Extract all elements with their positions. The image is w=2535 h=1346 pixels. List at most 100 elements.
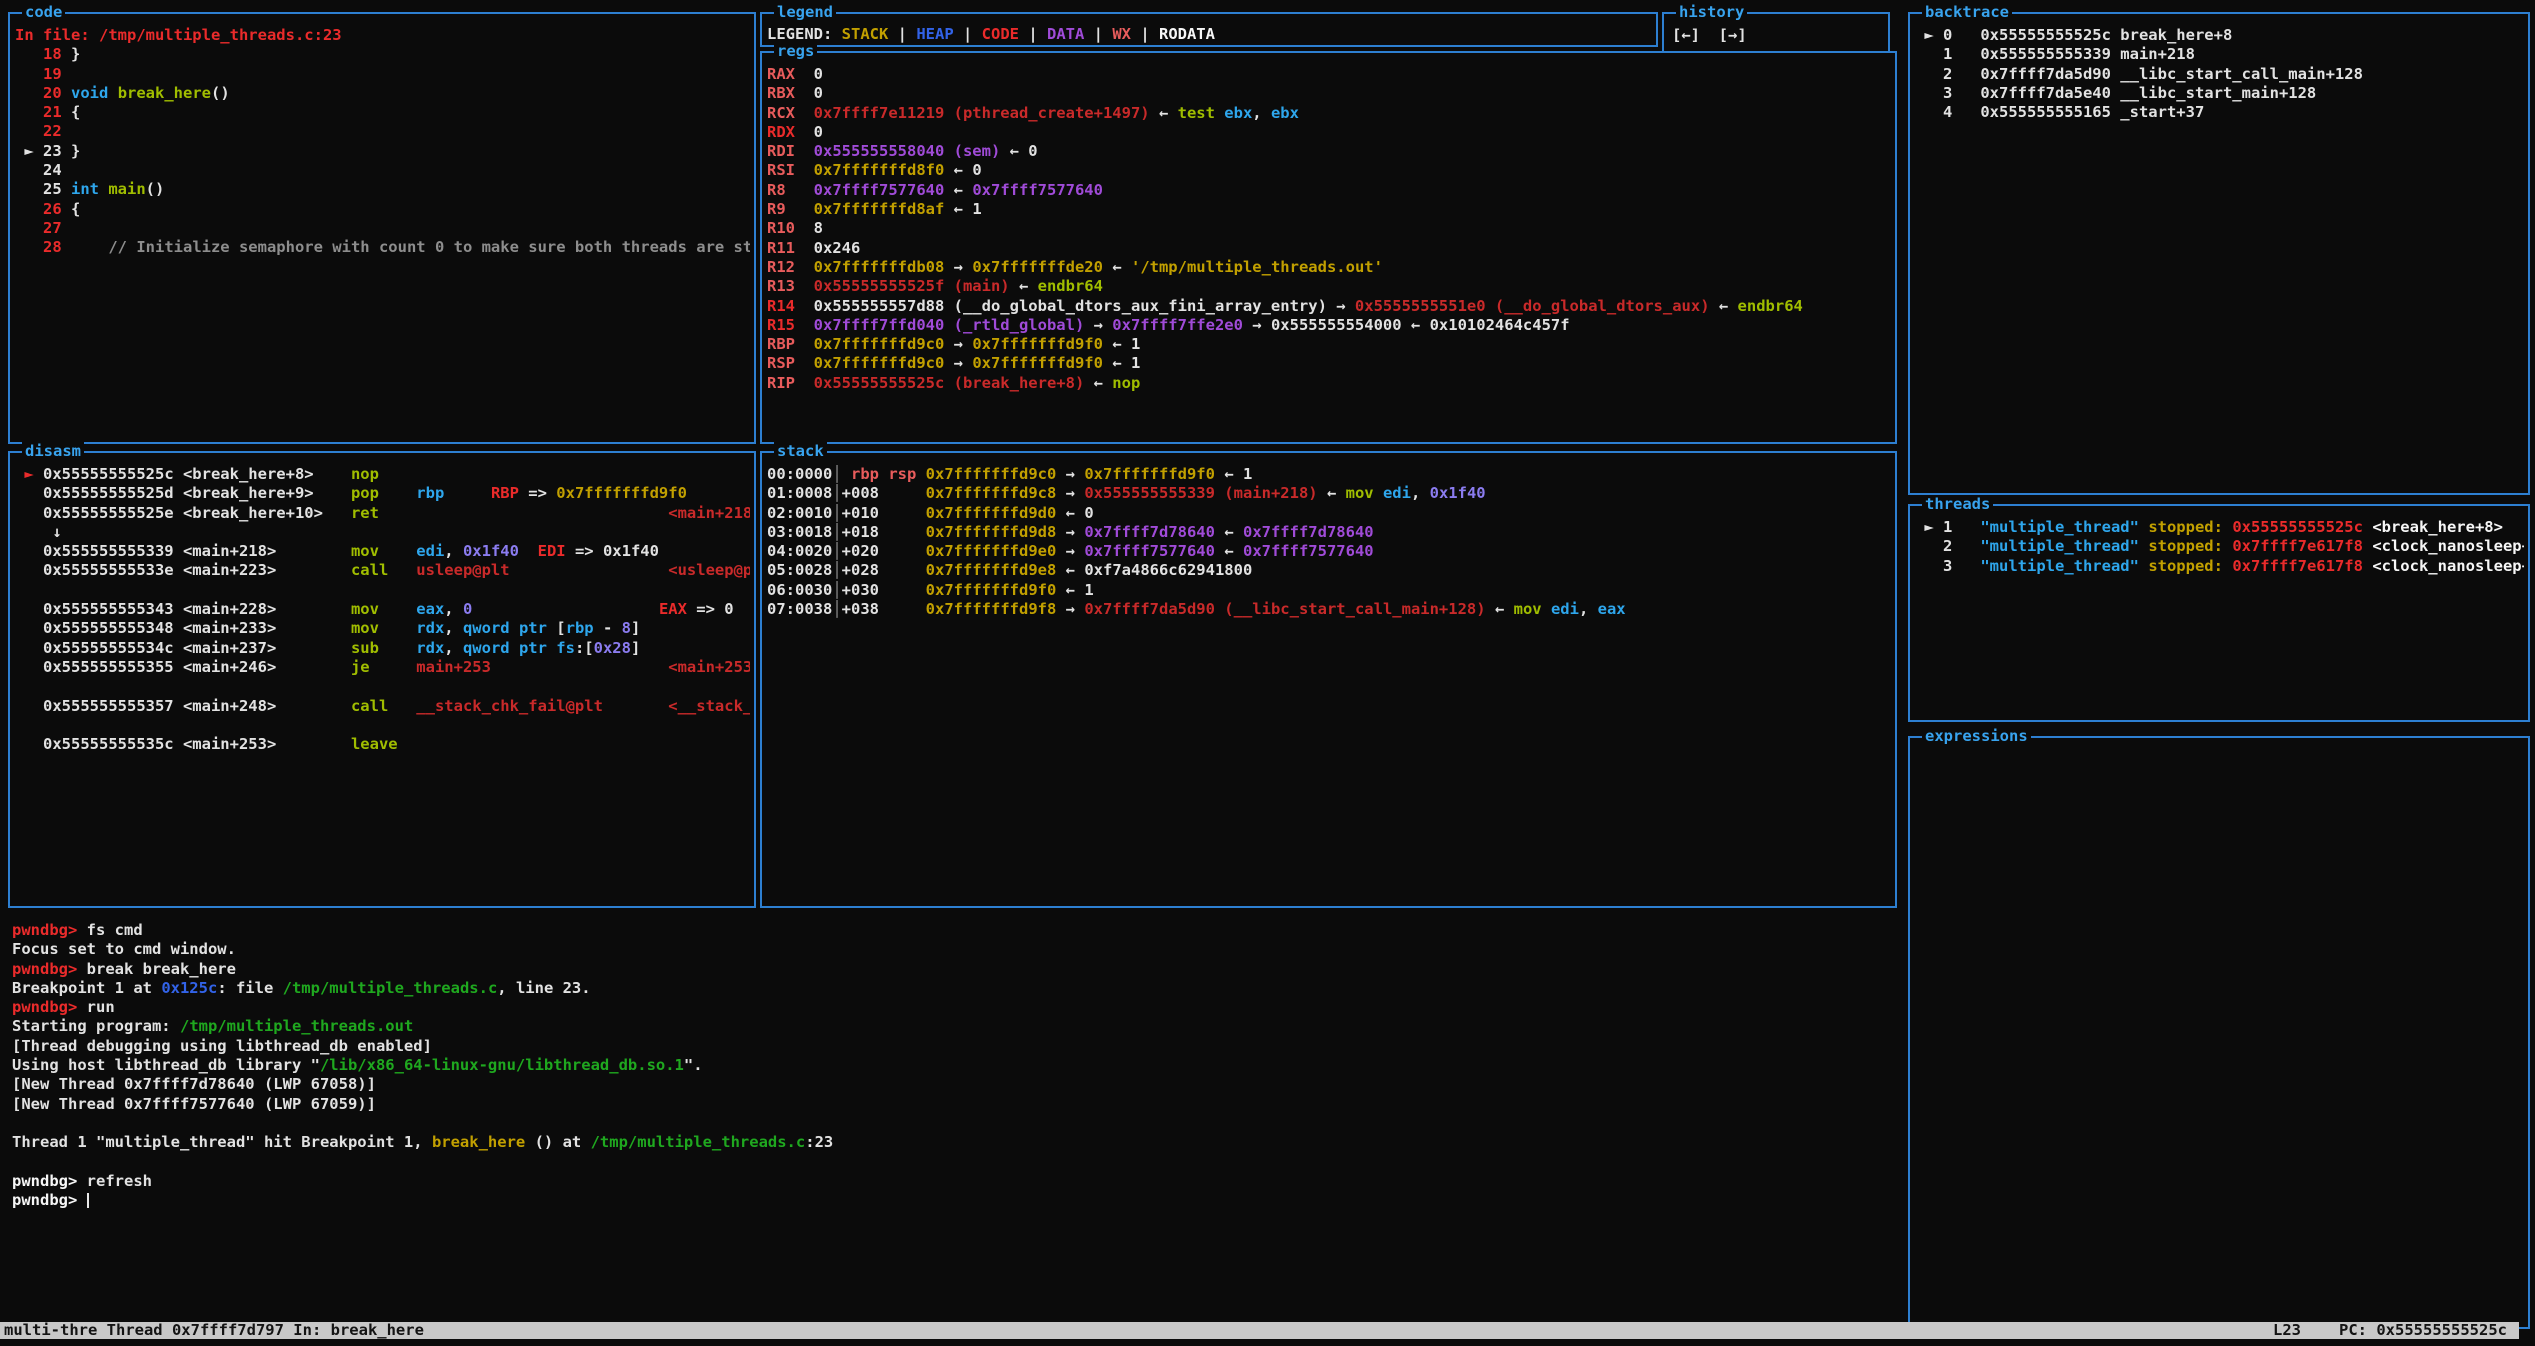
terminal-line: 01:0008│+008 0x7fffffffd9c8 → 0x55555555…	[767, 484, 1891, 503]
status-right-group: L23PC: 0x55555555525c	[2273, 1322, 2519, 1339]
terminal-line: Breakpoint 1 at 0x125c: file /tmp/multip…	[12, 979, 1892, 998]
history-panel-title: history	[1676, 3, 1747, 22]
expressions-panel: expressions	[1908, 736, 2530, 1329]
terminal-line: 02:0010│+010 0x7fffffffd9d0 ← 0	[767, 504, 1891, 523]
terminal-line: 4 0x555555555165 _start+37	[1915, 103, 2524, 122]
terminal-line: [New Thread 0x7ffff7d78640 (LWP 67058)]	[12, 1075, 1892, 1094]
terminal-line: R15 0x7ffff7ffd040 (_rtld_global) → 0x7f…	[767, 316, 1891, 335]
terminal-line: 27	[15, 219, 750, 238]
terminal-line: 22	[15, 122, 750, 141]
terminal-line: 24	[15, 161, 750, 180]
terminal-line: 03:0018│+018 0x7fffffffd9d8 → 0x7ffff7d7…	[767, 523, 1891, 542]
terminal-line: [New Thread 0x7ffff7577640 (LWP 67059)]	[12, 1095, 1892, 1114]
expressions-view	[1910, 738, 2528, 1327]
terminal-line: 05:0028│+028 0x7fffffffd9e8 ← 0xf7a4866c…	[767, 561, 1891, 580]
terminal-line: 0x555555555348 <main+233> mov rdx, qword…	[15, 619, 750, 638]
terminal-line: 1 0x555555555339 main+218	[1915, 45, 2524, 64]
terminal-line: 3 0x7ffff7da5e40 __libc_start_main+128	[1915, 84, 2524, 103]
terminal-line: RDX 0	[767, 123, 1891, 142]
terminal-line: 0x555555555339 <main+218> mov edi, 0x1f4…	[15, 542, 750, 561]
terminal-line	[15, 677, 750, 696]
terminal-line: R14 0x555555557d88 (__do_global_dtors_au…	[767, 297, 1891, 316]
terminal-line: RBX 0	[767, 84, 1891, 103]
legend-panel: legend LEGEND: STACK | HEAP | CODE | DAT…	[760, 12, 1658, 47]
terminal-line: ► 0x55555555525c <break_here+8> nop	[15, 465, 750, 484]
terminal-line: RBP 0x7fffffffd9c0 → 0x7fffffffd9f0 ← 1	[767, 335, 1891, 354]
terminal-line: LEGEND: STACK | HEAP | CODE | DATA | WX …	[767, 25, 1652, 44]
terminal-line: 18 }	[15, 45, 750, 64]
terminal-line: pwndbg> refresh	[12, 1172, 1892, 1191]
terminal-line: R9 0x7fffffffd8af ← 1	[767, 200, 1891, 219]
terminal-line	[12, 1153, 1892, 1172]
terminal-line: 0x55555555535c <main+253> leave	[15, 735, 750, 754]
terminal-line	[12, 1114, 1892, 1133]
terminal-line: 25 int main()	[15, 180, 750, 199]
disasm-panel: disasm ► 0x55555555525c <break_here+8> n…	[8, 451, 756, 908]
terminal-line	[15, 716, 750, 735]
backtrace-view: ► 0 0x55555555525c break_here+8 1 0x5555…	[1910, 14, 2528, 493]
threads-panel: threads ► 1 "multiple_thread" stopped: 0…	[1908, 504, 2530, 722]
terminal-line: ► 0 0x55555555525c break_here+8	[1915, 26, 2524, 45]
terminal-line: 04:0020│+020 0x7fffffffd9e0 → 0x7ffff757…	[767, 542, 1891, 561]
backtrace-panel: backtrace ► 0 0x55555555525c break_here+…	[1908, 12, 2530, 495]
terminal-line: 0x555555555355 <main+246> je main+253 <m…	[15, 658, 750, 677]
legend-panel-title: legend	[774, 3, 836, 22]
text-cursor	[87, 1193, 89, 1208]
terminal-line: RSI 0x7fffffffd8f0 ← 0	[767, 161, 1891, 180]
terminal-line: 0x555555555343 <main+228> mov eax, 0 EAX…	[15, 600, 750, 619]
threads-view: ► 1 "multiple_thread" stopped: 0x5555555…	[1910, 506, 2528, 720]
terminal-line: 07:0038│+038 0x7fffffffd9f8 → 0x7ffff7da…	[767, 600, 1891, 619]
registers-panel-title: regs	[774, 42, 817, 61]
terminal-line: RDI 0x555555558040 (sem) ← 0	[767, 142, 1891, 161]
backtrace-panel-title: backtrace	[1922, 3, 2012, 22]
terminal-line: 20 void break_here()	[15, 84, 750, 103]
terminal-line: ► 1 "multiple_thread" stopped: 0x5555555…	[1915, 518, 2524, 537]
terminal-line: R10 8	[767, 219, 1891, 238]
terminal-line: Using host libthread_db library "/lib/x8…	[12, 1056, 1892, 1075]
terminal-line: 21 {	[15, 103, 750, 122]
terminal-line: 0x55555555534c <main+237> sub rdx, qword…	[15, 639, 750, 658]
history-back-button[interactable]: [←]	[1672, 26, 1700, 44]
terminal-line: 06:0030│+030 0x7fffffffd9f0 ← 1	[767, 581, 1891, 600]
code-panel-title: code	[22, 3, 65, 22]
code-panel: code In file: /tmp/multiple_threads.c:23…	[8, 12, 756, 444]
terminal-line: pwndbg> run	[12, 998, 1892, 1017]
terminal-line: pwndbg> break break_here	[12, 960, 1892, 979]
terminal-line: Starting program: /tmp/multiple_threads.…	[12, 1017, 1892, 1036]
terminal-line: RCX 0x7ffff7e11219 (pthread_create+1497)…	[767, 104, 1891, 123]
disassembly-view: ► 0x55555555525c <break_here+8> nop 0x55…	[10, 453, 754, 906]
terminal-line: R8 0x7ffff7577640 ← 0x7ffff7577640	[767, 181, 1891, 200]
status-line-number: L23	[2273, 1322, 2301, 1339]
terminal-line: [Thread debugging using libthread_db ena…	[12, 1037, 1892, 1056]
registers-panel: regs RAX 0RBX 0RCX 0x7ffff7e11219 (pthre…	[760, 51, 1897, 444]
terminal-line: Thread 1 "multiple_thread" hit Breakpoin…	[12, 1133, 1892, 1152]
stack-view: 00:0000│ rbp rsp 0x7fffffffd9c0 → 0x7fff…	[762, 453, 1895, 906]
terminal-line: In file: /tmp/multiple_threads.c:23	[15, 26, 750, 45]
terminal-line: R13 0x55555555525f (main) ← endbr64	[767, 277, 1891, 296]
terminal-line: 3 "multiple_thread" stopped: 0x7ffff7e61…	[1915, 557, 2524, 576]
terminal-line: pwndbg> fs cmd	[12, 921, 1892, 940]
terminal-line	[15, 581, 750, 600]
registers-view: RAX 0RBX 0RCX 0x7ffff7e11219 (pthread_cr…	[762, 53, 1895, 442]
stack-panel: stack 00:0000│ rbp rsp 0x7fffffffd9c0 → …	[760, 451, 1897, 908]
status-bar: multi-thre Thread 0x7ffff7d797 In: break…	[0, 1322, 2519, 1339]
terminal-line: RIP 0x55555555525c (break_here+8) ← nop	[767, 374, 1891, 393]
terminal-line: R11 0x246	[767, 239, 1891, 258]
terminal-line: RAX 0	[767, 65, 1891, 84]
source-code-view: In file: /tmp/multiple_threads.c:23 18 }…	[10, 14, 754, 442]
terminal-line: 0x555555555357 <main+248> call __stack_c…	[15, 697, 750, 716]
gdb-console[interactable]: pwndbg> fs cmdFocus set to cmd window.pw…	[12, 921, 1892, 1210]
terminal-line: pwndbg>	[12, 1191, 1892, 1210]
status-thread-info: multi-thre Thread 0x7ffff7d797 In: break…	[0, 1322, 424, 1339]
terminal-line: 0x55555555533e <main+223> call usleep@pl…	[15, 561, 750, 580]
history-panel: history [←] [→]	[1662, 12, 1890, 54]
history-forward-button[interactable]: [→]	[1719, 26, 1747, 44]
terminal-line: 26 {	[15, 200, 750, 219]
terminal-line: 19	[15, 65, 750, 84]
legend-row: LEGEND: STACK | HEAP | CODE | DATA | WX …	[762, 14, 1656, 45]
terminal-line: 2 "multiple_thread" stopped: 0x7ffff7e61…	[1915, 537, 2524, 556]
threads-panel-title: threads	[1922, 495, 1993, 514]
stack-panel-title: stack	[774, 442, 827, 461]
terminal-line: ► 23 }	[15, 142, 750, 161]
terminal-line: 00:0000│ rbp rsp 0x7fffffffd9c0 → 0x7fff…	[767, 465, 1891, 484]
